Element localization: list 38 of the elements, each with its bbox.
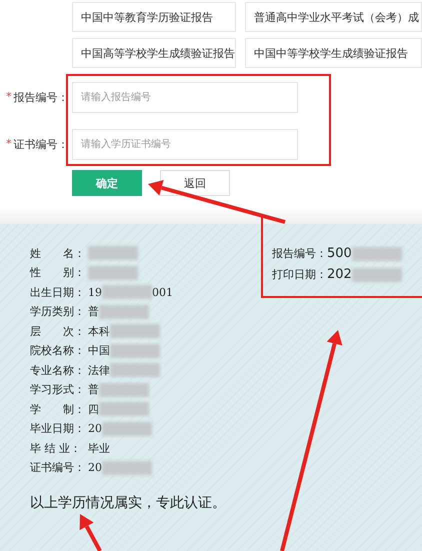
input-field[interactable]: 请输入学历证书编号 bbox=[72, 129, 298, 160]
field-value: 20 bbox=[88, 422, 102, 436]
report-type-option[interactable]: 中国中等教育学历验证报告 bbox=[72, 2, 236, 32]
field-label: 出生日期： bbox=[30, 284, 86, 300]
field-label: 打印日期： bbox=[272, 267, 327, 282]
field-label: 证书编号： bbox=[30, 460, 86, 476]
field-label: 学历类别： bbox=[30, 304, 86, 320]
annotation-arrow bbox=[80, 514, 102, 551]
field-label: 性 别： bbox=[30, 265, 86, 280]
field-label: 层 次： bbox=[30, 324, 86, 339]
field-label: 学习形式： bbox=[30, 382, 86, 398]
field-label: * 报告编号： bbox=[6, 90, 70, 105]
report-type-option[interactable]: 普通高中学业水平考试（会考）成 bbox=[245, 2, 422, 32]
field-value: 中国 bbox=[88, 343, 110, 358]
field-label: 学 制： bbox=[30, 402, 86, 417]
field-label: 毕 结 业： bbox=[30, 440, 82, 456]
field-value: 19 bbox=[88, 286, 102, 299]
field-value: 20 bbox=[88, 461, 102, 474]
report-type-option[interactable]: 中国中等学校学生成绩验证报告 bbox=[245, 38, 422, 68]
field-label: * 证书编号： bbox=[6, 137, 70, 152]
report-type-option[interactable]: 中国高等学校学生成绩验证报告 bbox=[72, 38, 236, 68]
field-value: 001 bbox=[152, 286, 173, 299]
field-value: 普 bbox=[88, 304, 99, 320]
field-value: 202 bbox=[327, 267, 352, 282]
field-value: 普 bbox=[88, 382, 99, 398]
field-value: 法律 bbox=[88, 362, 110, 378]
field-value: 四 bbox=[88, 402, 99, 417]
input-field[interactable]: 请输入报告编号 bbox=[72, 82, 298, 113]
field-label: 专业名称： bbox=[30, 362, 86, 378]
field-label: 姓 名： bbox=[30, 246, 86, 261]
field-label: 院校名称： bbox=[30, 343, 86, 358]
field-label: 毕业日期： bbox=[30, 421, 86, 436]
statement-text: 以上学历情况属实，专此认证。 bbox=[30, 494, 226, 512]
field-value: 500 bbox=[327, 246, 352, 261]
field-value: 本科 bbox=[88, 324, 110, 339]
field-label: 报告编号： bbox=[272, 246, 327, 261]
back-button[interactable]: 返回 bbox=[160, 170, 230, 196]
field-value: 毕业 bbox=[88, 440, 110, 456]
